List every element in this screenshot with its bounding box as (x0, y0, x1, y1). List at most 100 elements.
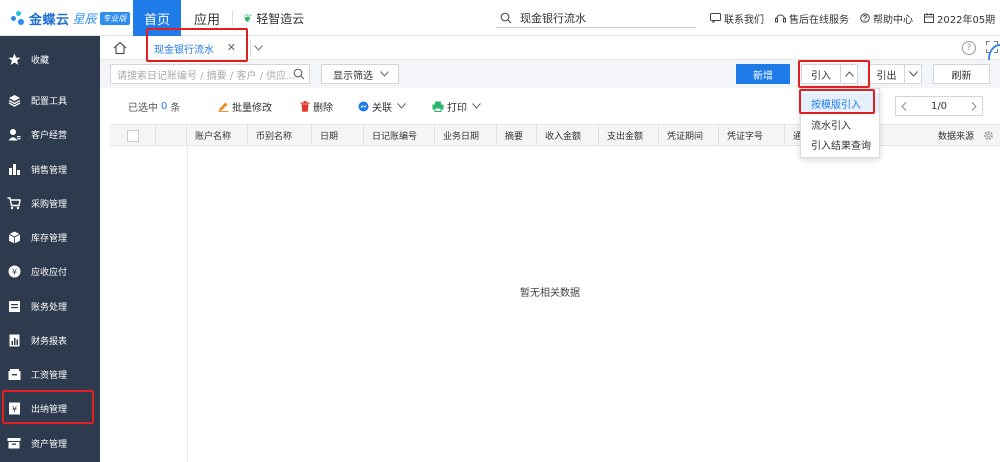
chevron-up-icon (844, 71, 854, 77)
column-header[interactable]: 业务日期 (435, 125, 497, 146)
nav-home[interactable]: 首页 (133, 0, 181, 36)
sidebar-item-financial-reports[interactable]: 财务报表 (0, 323, 100, 357)
cashier-icon: ¥ (7, 401, 21, 415)
column-header[interactable]: 币别名称 (248, 125, 312, 146)
sidebar-item-label: 资产管理 (31, 439, 68, 450)
chevron-down-icon (380, 71, 389, 77)
chevron-right-icon[interactable] (971, 101, 977, 111)
gear-icon[interactable] (982, 129, 995, 142)
select-all-checkbox[interactable] (127, 130, 139, 142)
period-link[interactable]: 2022年05期 (924, 11, 995, 26)
calendar-icon (924, 13, 934, 23)
chevron-down-icon (908, 71, 918, 77)
selected-count: 已选中 0 条 (128, 88, 180, 124)
column-header[interactable]: 凭证期间 (659, 125, 719, 146)
service-link[interactable]: 售后在线服务 (775, 11, 849, 26)
trash-icon (300, 100, 310, 112)
selected-suffix: 条 (170, 102, 181, 114)
new-button[interactable]: 新增 (736, 64, 790, 84)
menu-item-statement-import[interactable]: 流水引入 (801, 114, 879, 134)
import-button[interactable]: 引入 (801, 64, 841, 84)
print-button[interactable]: 打印 (432, 88, 481, 124)
sidebar-item-label: 客户经营 (31, 130, 68, 141)
user-icon (7, 127, 21, 141)
sidebar-item-label: 销售管理 (31, 165, 68, 176)
bar-chart-icon (7, 162, 21, 176)
sidebar-item-receivables[interactable]: ¥ 应收应付 (0, 254, 100, 288)
headset-icon (775, 14, 786, 23)
box-icon (7, 230, 21, 244)
asset-icon (7, 436, 21, 450)
column-divider (187, 146, 188, 462)
delete-button[interactable]: 删除 (300, 88, 333, 124)
leaf-icon: ❦ (243, 11, 253, 25)
brand-logo[interactable]: 金蝶云 星辰 专业版 (10, 6, 130, 30)
coin-icon: ¥ (7, 264, 21, 278)
logo-icon (10, 10, 26, 26)
sidebar-item-sales[interactable]: 销售管理 (0, 152, 100, 186)
column-header[interactable]: 数据来源 (930, 125, 980, 146)
chevron-down-icon (254, 45, 263, 51)
export-button[interactable]: 引出 (868, 64, 905, 84)
home-icon[interactable] (112, 40, 128, 56)
sidebar-item-purchase[interactable]: 采购管理 (0, 186, 100, 220)
chevron-left-icon[interactable] (901, 101, 907, 111)
sidebar-item-customers[interactable]: 客户经营 (0, 117, 100, 151)
batch-edit-button[interactable]: 批量修改 (218, 88, 272, 124)
wallet-icon (7, 367, 21, 381)
search-icon (293, 68, 305, 80)
column-header[interactable]: 日记账编号 (364, 125, 435, 146)
header-select-cell (110, 125, 156, 146)
sidebar-item-inventory[interactable]: 库存管理 (0, 220, 100, 254)
print-label: 打印 (447, 102, 467, 114)
sidebar-item-payroll[interactable]: 工资管理 (0, 357, 100, 391)
ledger-icon (7, 299, 21, 313)
brand-name: 金蝶云 (29, 12, 70, 28)
sidebar-item-label: 库存管理 (31, 233, 68, 244)
tab-cash-bank-journal[interactable]: 现金银行流水 ✕ (148, 38, 240, 58)
link-button[interactable]: 关联 (358, 88, 406, 124)
column-header[interactable]: 支出金额 (599, 125, 659, 146)
column-header[interactable]: 账户名称 (187, 125, 248, 146)
question-icon[interactable]: ? (962, 41, 976, 55)
nav-qz-label: 轻智造云 (256, 11, 305, 26)
service-label: 售后在线服务 (789, 14, 849, 26)
sidebar-item-label: 账务处理 (31, 302, 68, 313)
export-toggle[interactable] (904, 64, 922, 84)
tabs-row: 现金银行流水 ✕ ? (100, 36, 1000, 60)
column-header[interactable]: 摘要 (497, 125, 537, 146)
journal-search-input[interactable]: 请搜索日记账编号 / 摘要 / 客户 / 供应... (110, 64, 310, 84)
global-search-value: 现金银行流水 (520, 11, 586, 25)
link-label: 关联 (372, 102, 392, 114)
sidebar-item-config[interactable]: 配置工具 (0, 83, 100, 117)
show-filter-button[interactable]: 显示筛选 (321, 64, 399, 84)
show-filter-label: 显示筛选 (333, 70, 373, 82)
sidebar-item-accounting[interactable]: 账务处理 (0, 289, 100, 323)
tab-label: 现金银行流水 (154, 44, 214, 56)
chevron-down-icon (472, 103, 481, 109)
empty-state-text: 暂无相关数据 (520, 288, 580, 299)
menu-item-template-import[interactable]: 按模版引入 (801, 93, 879, 113)
column-header[interactable]: 收入金额 (537, 125, 599, 146)
help-center-link[interactable]: 帮助中心 (860, 11, 913, 26)
nav-apps[interactable]: 应用 (194, 0, 220, 36)
nav-qz[interactable]: ❦ 轻智造云 (243, 0, 304, 36)
import-toggle[interactable] (840, 64, 858, 84)
contact-link[interactable]: 联系我们 (710, 11, 764, 26)
brand-badge: 专业版 (99, 11, 130, 25)
message-icon (710, 13, 721, 23)
sidebar-item-cashier[interactable]: ¥ 出纳管理 (0, 391, 100, 425)
star-icon (7, 52, 21, 66)
chevron-down-icon (397, 103, 406, 109)
close-icon[interactable]: ✕ (227, 41, 236, 54)
delete-label: 删除 (313, 102, 333, 114)
refresh-button[interactable]: 刷新 (933, 64, 990, 84)
column-header[interactable]: 凭证字号 (719, 125, 785, 146)
global-search[interactable]: 现金银行流水 (496, 8, 696, 28)
sidebar-item-favorites[interactable]: 收藏 (0, 42, 100, 76)
column-header[interactable]: 日期 (312, 125, 364, 146)
menu-item-import-results[interactable]: 引入结果查询 (801, 134, 879, 154)
sidebar-item-assets[interactable]: 资产管理 (0, 426, 100, 460)
tabs-more[interactable] (250, 39, 266, 57)
sidebar-item-label: 应收应付 (31, 267, 68, 278)
